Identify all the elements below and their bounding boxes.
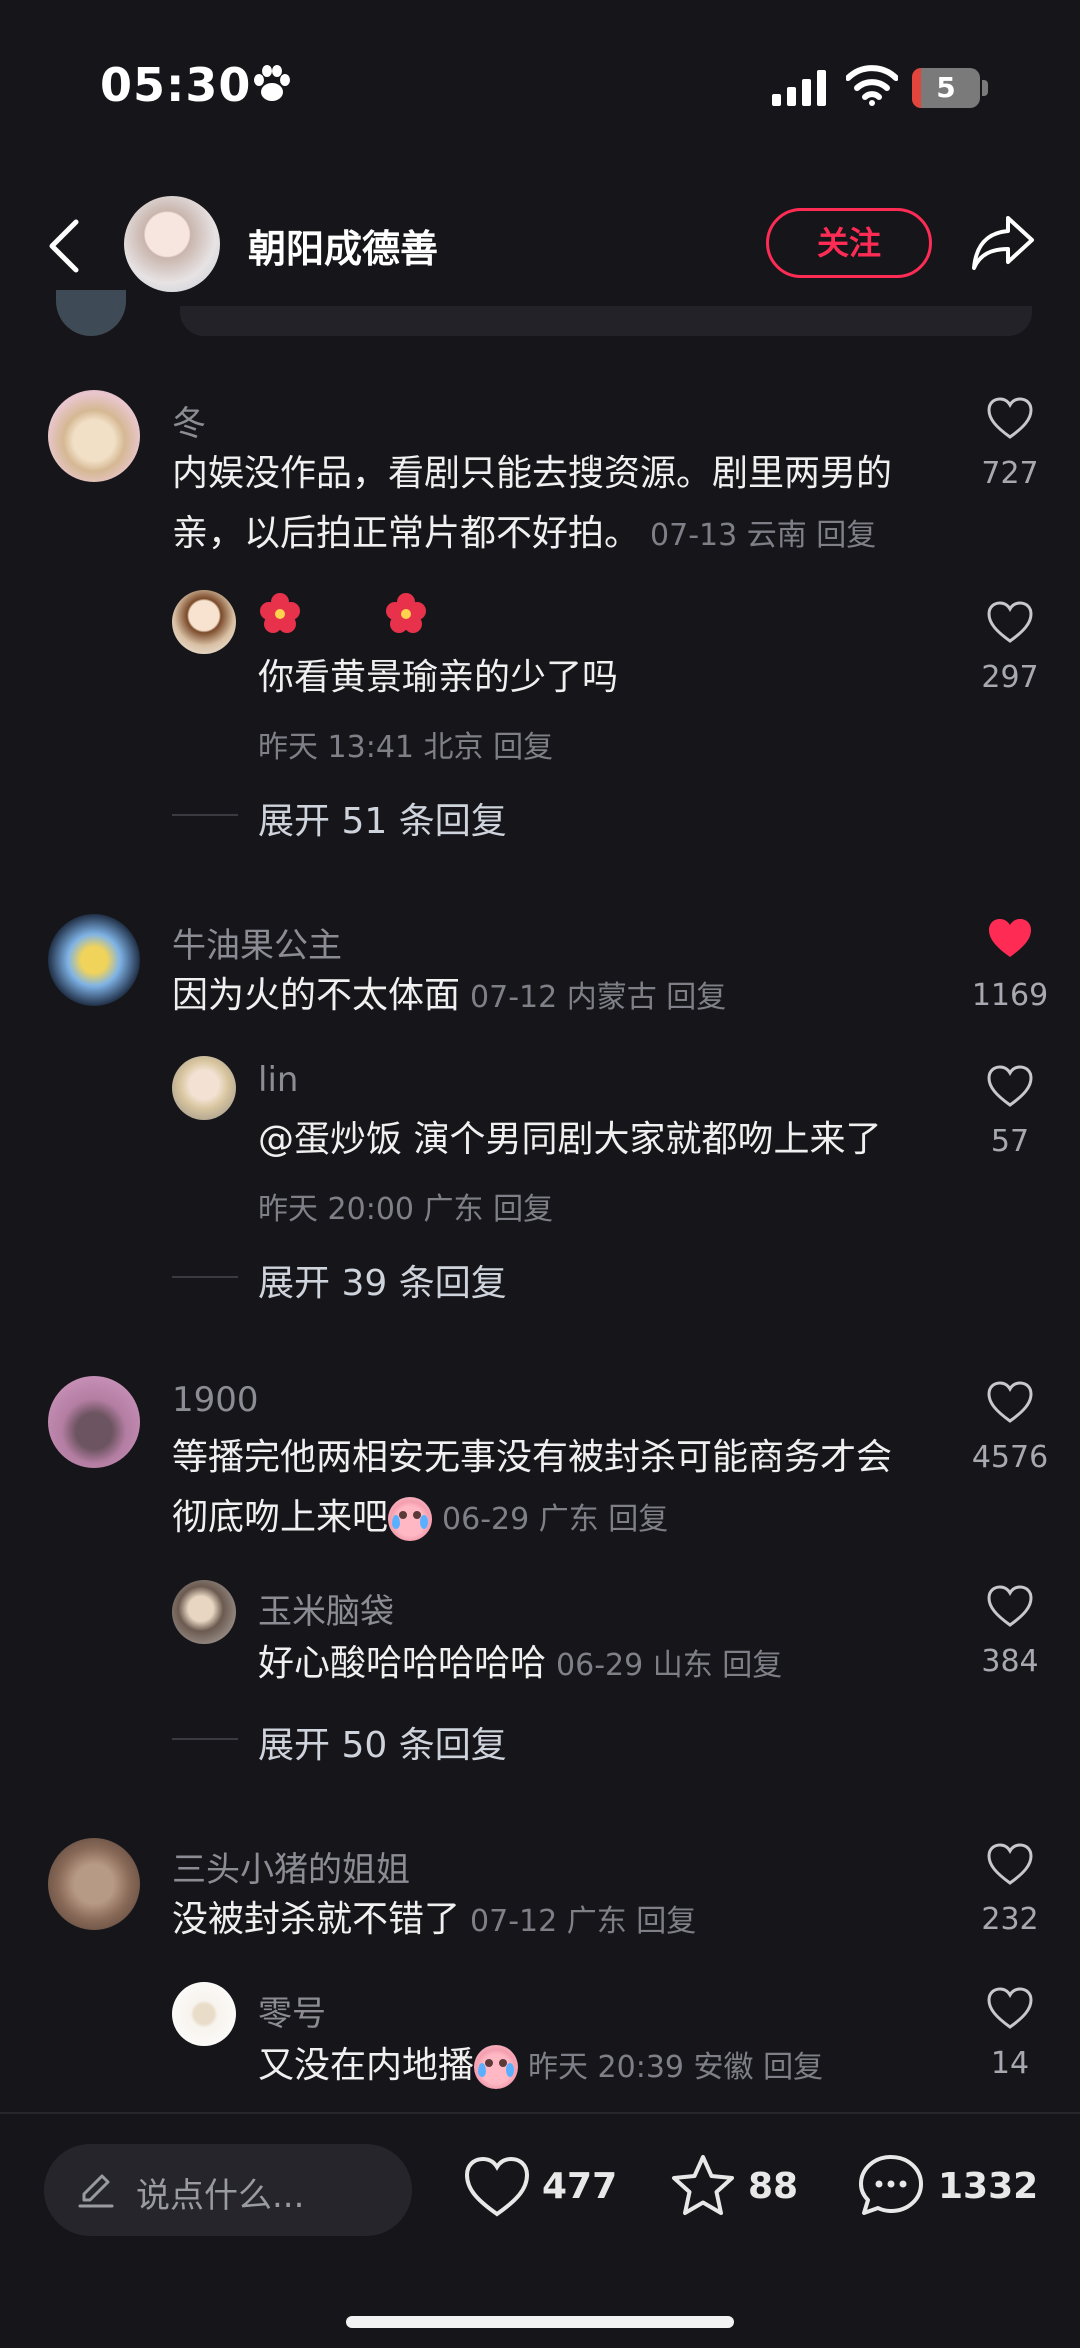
comment-count: 1332: [938, 2166, 1039, 2207]
comment-line: 内娱没作品，看剧只能去搜资源。剧里两男的: [172, 453, 893, 494]
reply-username[interactable]: [258, 592, 428, 645]
comment-line: 等播完他两相安无事没有被封杀可能商务才会: [172, 1437, 893, 1478]
crying-emoji-icon: [388, 1497, 433, 1541]
heart-icon[interactable]: [986, 1842, 1034, 1886]
like-count: 297: [981, 660, 1039, 695]
previous-comment-card: [180, 306, 1032, 336]
heart-icon[interactable]: [986, 396, 1034, 440]
author-avatar[interactable]: [124, 196, 220, 292]
reply-text: 又没在内地播 昨天 20:39 安徽 回复: [258, 2036, 823, 2098]
signal-icon: [772, 70, 826, 106]
expand-divider: [172, 814, 238, 816]
like-count: 232: [981, 1902, 1039, 1937]
comment-icon[interactable]: [856, 2152, 926, 2218]
expand-replies-button[interactable]: 展开 39 条回复: [258, 1254, 507, 1306]
comment-meta[interactable]: 06-29 广东 回复: [442, 1502, 668, 1537]
heart-icon[interactable]: [986, 1380, 1034, 1424]
avatar[interactable]: [172, 590, 236, 654]
avatar[interactable]: [48, 1376, 140, 1468]
expand-replies-button[interactable]: 展开 51 条回复: [258, 792, 507, 844]
author-name[interactable]: 朝阳成德善: [248, 218, 438, 273]
reply-text: 你看黄景瑜亲的少了吗: [258, 657, 619, 698]
heart-icon-liked[interactable]: [986, 916, 1034, 960]
heart-icon[interactable]: [986, 1064, 1034, 1108]
reply-meta[interactable]: 昨天 20:00 广东 回复: [258, 1184, 553, 1228]
comment-text: 没被封杀就不错了 07-12 广东 回复: [172, 1899, 697, 1940]
battery-tip: [982, 80, 988, 96]
expand-replies-button[interactable]: 展开 50 条回复: [258, 1716, 507, 1768]
comment-line-last: 亲，以后拍正常片都不好拍。 07-13 云南 回复: [172, 513, 877, 554]
expand-divider: [172, 1738, 238, 1740]
like-count: 1169: [971, 978, 1049, 1013]
star-icon[interactable]: [668, 2152, 738, 2218]
battery-indicator: 5: [912, 68, 980, 108]
avatar[interactable]: [48, 390, 140, 482]
reply-username[interactable]: 零号: [258, 1986, 326, 2035]
crying-emoji-icon: [474, 2045, 519, 2089]
post-like-count: 477: [542, 2166, 618, 2207]
reply-meta[interactable]: 昨天 20:39 安徽 回复: [528, 2050, 823, 2085]
paw-icon: [254, 65, 290, 101]
reply-username[interactable]: lin: [258, 1060, 298, 1100]
comment-text: 内娱没作品，看剧只能去搜资源。剧里两男的 亲，以后拍正常片都不好拍。 07-13 …: [172, 444, 892, 566]
expand-divider: [172, 1276, 238, 1278]
pencil-icon: [78, 2174, 114, 2208]
avatar[interactable]: [172, 1580, 236, 1644]
comment-username[interactable]: 冬: [172, 396, 206, 445]
comment-meta[interactable]: 07-12 广东 回复: [470, 1904, 696, 1939]
reply-meta[interactable]: 06-29 山东 回复: [556, 1648, 782, 1683]
comment-username[interactable]: 1900: [172, 1380, 259, 1420]
comment-text: 因为火的不太体面 07-12 内蒙古 回复: [172, 975, 727, 1016]
avatar[interactable]: [172, 1982, 236, 2046]
comment-line-last: 彻底吻上来吧 06-29 广东 回复: [172, 1488, 892, 1550]
comment-input-placeholder[interactable]: 说点什么...: [136, 2168, 304, 2217]
comment-text: 等播完他两相安无事没有被封杀可能商务才会 彻底吻上来吧 06-29 广东 回复: [172, 1428, 892, 1550]
comment-meta[interactable]: 07-13 云南 回复: [650, 518, 876, 553]
reply-text: @蛋炒饭 演个男同剧大家就都吻上来了: [258, 1119, 882, 1160]
heart-icon[interactable]: [462, 2154, 532, 2220]
heart-icon[interactable]: [986, 1584, 1034, 1628]
wifi-icon: [846, 65, 898, 106]
like-count: 14: [990, 2046, 1030, 2081]
heart-icon[interactable]: [986, 1986, 1034, 2030]
like-count: 4576: [971, 1440, 1049, 1475]
previous-comment-avatar: [56, 290, 126, 336]
avatar[interactable]: [48, 914, 140, 1006]
like-count: 384: [981, 1644, 1039, 1679]
favorite-count: 88: [748, 2166, 799, 2207]
share-icon[interactable]: [970, 212, 1036, 272]
avatar[interactable]: [172, 1056, 236, 1120]
comment-meta[interactable]: 07-12 内蒙古 回复: [470, 980, 726, 1015]
reply-meta[interactable]: 昨天 13:41 北京 回复: [258, 722, 553, 766]
avatar[interactable]: [48, 1838, 140, 1930]
bottom-divider: [0, 2112, 1080, 2114]
home-indicator[interactable]: [346, 2316, 734, 2328]
follow-button[interactable]: 关注: [766, 208, 932, 278]
reply-text: 好心酸哈哈哈哈哈 06-29 山东 回复: [258, 1643, 783, 1684]
battery-low-fill: [912, 68, 921, 108]
comment-username[interactable]: 三头小猪的姐姐: [172, 1842, 410, 1891]
back-icon[interactable]: [44, 218, 84, 274]
heart-icon[interactable]: [986, 600, 1034, 644]
like-count: 57: [990, 1124, 1030, 1159]
status-time: 05:30: [100, 58, 252, 112]
reply-username[interactable]: 玉米脑袋: [258, 1584, 394, 1633]
flower-icon: [260, 593, 300, 633]
like-count: 727: [981, 456, 1039, 491]
flower-icon: [385, 593, 426, 633]
comment-username[interactable]: 牛油果公主: [172, 918, 342, 967]
